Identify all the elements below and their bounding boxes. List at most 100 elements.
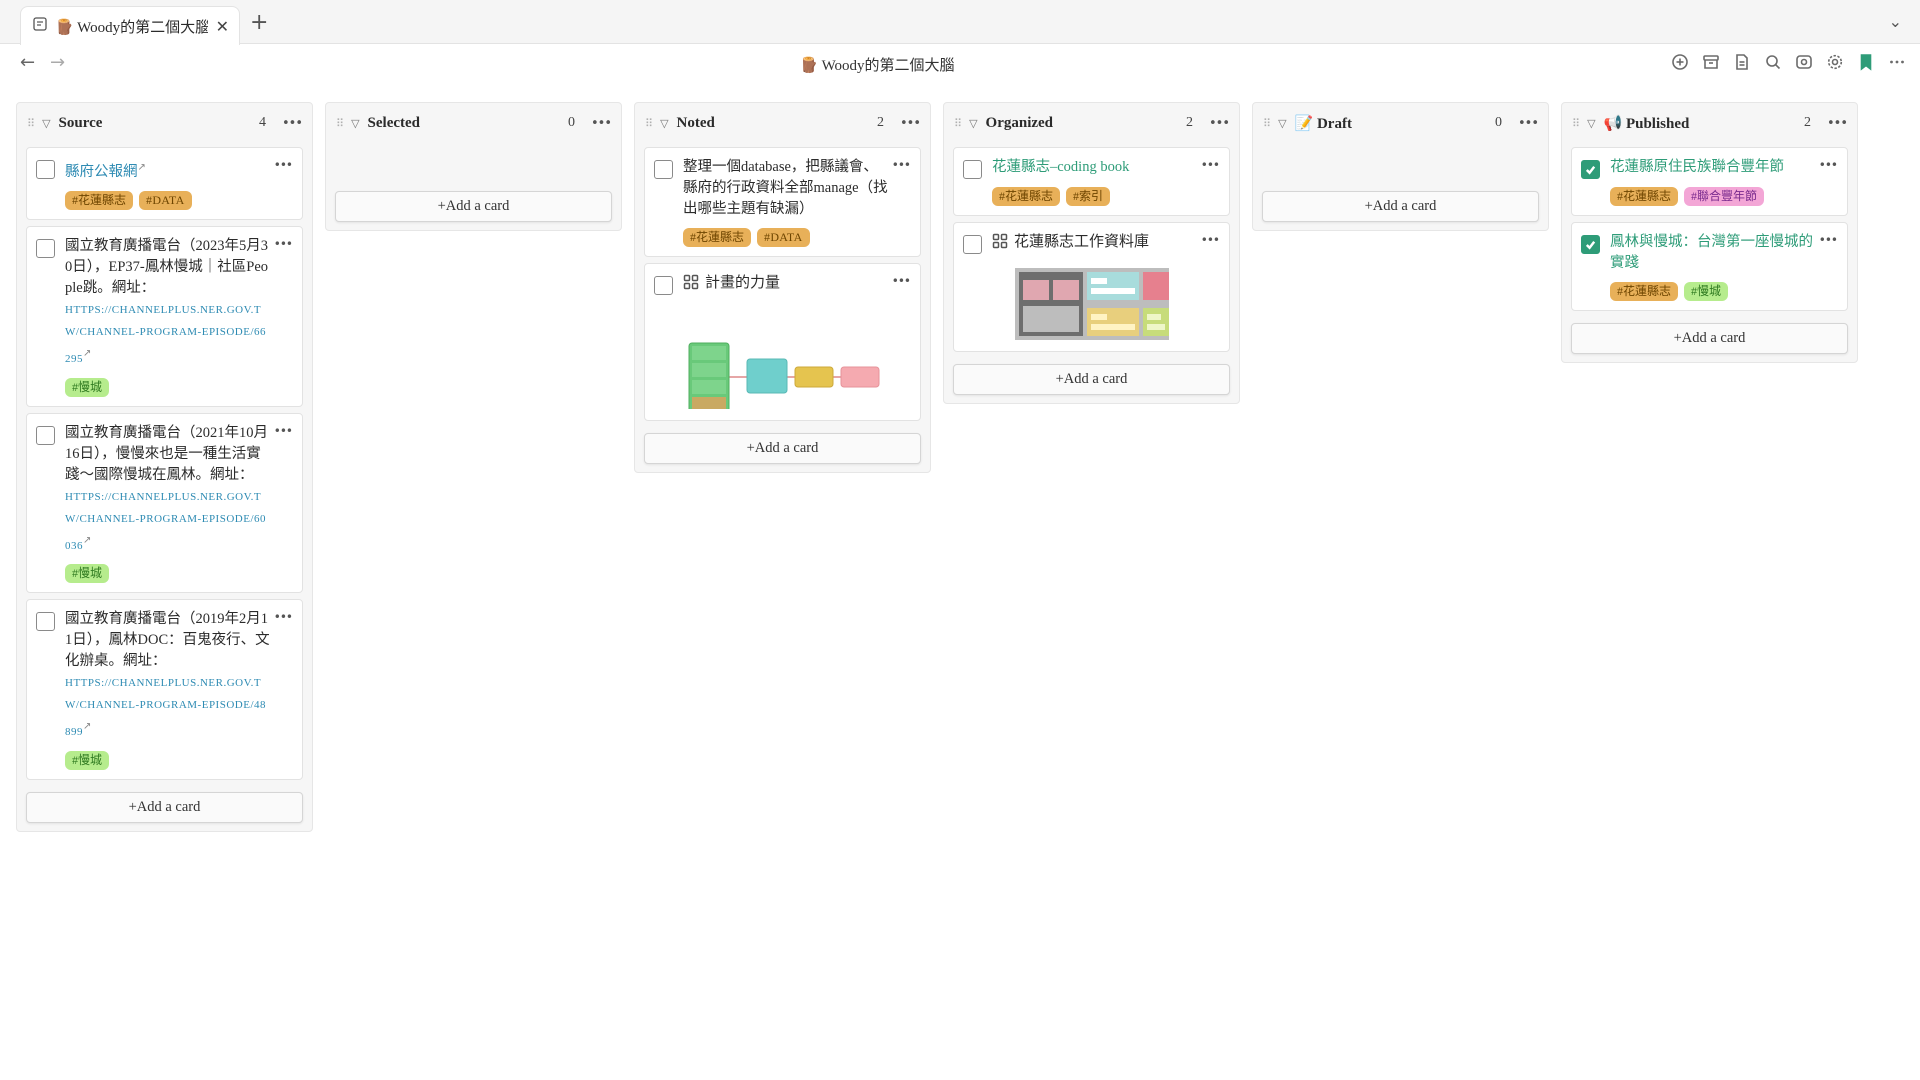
card-checkbox[interactable]	[963, 235, 982, 254]
tag[interactable]: #花蓮縣志	[683, 228, 752, 247]
tag[interactable]: #花蓮縣志	[1610, 282, 1679, 301]
add-circle-icon[interactable]	[1670, 52, 1689, 71]
more-icon[interactable]: •••	[1827, 116, 1848, 131]
card[interactable]: 國立教育廣播電台（2019年2月11日），鳳林DOC：百鬼夜行、文化辦桌。網址：…	[26, 599, 303, 781]
card-checkbox-checked[interactable]	[1581, 160, 1600, 179]
card-link[interactable]: 花蓮縣原住民族聯合豐年節	[1610, 159, 1784, 175]
external-link-icon: ↗	[137, 162, 146, 173]
more-icon[interactable]	[1887, 52, 1906, 71]
card-checkbox[interactable]	[36, 612, 55, 632]
more-icon[interactable]: •••	[591, 116, 612, 131]
browser-tab[interactable]: 🪵 Woody的第二個大腦 ✕	[20, 6, 240, 45]
card-text: 整理一個database，把縣議會、縣府的行政資料全部manage（找出哪些主題…	[683, 159, 888, 217]
card[interactable]: 國立教育廣播電台（2021年10月16日），慢慢來也是一種生活實踐～國際慢城在鳳…	[26, 412, 303, 594]
chevron-down-icon[interactable]: ▽	[42, 117, 50, 130]
more-icon[interactable]: •••	[274, 610, 293, 624]
card[interactable]: 花蓮縣志–coding book ••• #花蓮縣志 #索引	[953, 147, 1230, 216]
column-count: 2	[1803, 115, 1811, 130]
card-checkbox[interactable]	[654, 160, 673, 179]
tag[interactable]: #慢城	[65, 377, 110, 397]
close-icon[interactable]: ✕	[216, 17, 229, 36]
more-icon[interactable]: •••	[274, 424, 293, 438]
add-card-button[interactable]: +Add a card	[953, 364, 1230, 395]
card-link[interactable]: 縣府公報網	[65, 164, 138, 180]
column-title: Organized	[985, 114, 1054, 131]
page-icon	[33, 16, 47, 36]
card[interactable]: 鳳林與慢城：台灣第一座慢城的實踐 ••• #花蓮縣志 #慢城	[1571, 222, 1848, 311]
card-text: 國立教育廣播電台（2021年10月16日），慢慢來也是一種生活實踐～國際慢城在鳳…	[65, 424, 268, 483]
add-card-button[interactable]: +Add a card	[335, 191, 612, 222]
more-icon[interactable]: •••	[1518, 116, 1539, 131]
tag[interactable]: #慢城	[65, 564, 110, 584]
more-icon[interactable]: •••	[274, 158, 293, 172]
tag[interactable]: #花蓮縣志	[65, 190, 134, 210]
board-icon	[683, 274, 699, 297]
card-checkbox[interactable]	[36, 425, 55, 445]
card-checkbox[interactable]	[963, 160, 982, 179]
chevron-down-icon[interactable]: ▽	[969, 117, 977, 130]
card-checkbox[interactable]	[36, 238, 55, 258]
more-icon[interactable]: •••	[892, 158, 911, 172]
bookmark-icon[interactable]	[1856, 52, 1875, 71]
chevron-down-icon[interactable]: ▽	[351, 117, 359, 130]
more-icon[interactable]: •••	[274, 237, 293, 251]
tag[interactable]: #DATA	[139, 190, 192, 210]
card-url[interactable]: https://channelplus.ner.gov.tw/channel-p…	[65, 677, 266, 738]
drag-handle-icon[interactable]: ⠿	[645, 117, 653, 130]
archive-icon[interactable]	[1701, 52, 1720, 71]
more-icon[interactable]: •••	[900, 116, 921, 131]
tag[interactable]: #花蓮縣志	[992, 187, 1061, 206]
drag-handle-icon[interactable]: ⠿	[1572, 117, 1580, 130]
graph-icon[interactable]	[1794, 52, 1813, 71]
more-icon[interactable]: •••	[892, 274, 911, 288]
plus-icon[interactable]: +	[250, 10, 268, 35]
add-card-button[interactable]: +Add a card	[1262, 191, 1539, 222]
card-title: 計畫的力量	[705, 275, 781, 291]
chevron-down-icon[interactable]: ⌄	[1889, 12, 1902, 31]
drag-handle-icon[interactable]: ⠿	[27, 117, 35, 130]
more-icon[interactable]: •••	[1201, 233, 1220, 247]
card[interactable]: 花蓮縣志工作資料庫 •••	[953, 222, 1230, 352]
chevron-down-icon[interactable]: ▽	[660, 117, 668, 130]
drag-handle-icon[interactable]: ⠿	[336, 117, 344, 130]
card-url[interactable]: https://channelplus.ner.gov.tw/channel-p…	[65, 304, 266, 365]
tag[interactable]: #慢城	[65, 751, 110, 771]
column-count: 4	[258, 115, 266, 130]
column-title: Selected	[367, 114, 421, 131]
card-checkbox[interactable]	[654, 276, 673, 295]
chevron-down-icon[interactable]: ▽	[1278, 117, 1286, 130]
add-card-button[interactable]: +Add a card	[644, 433, 921, 464]
card[interactable]: 縣府公報網↗ ••• #花蓮縣志 #DATA	[26, 147, 303, 220]
card-checkbox-checked[interactable]	[1581, 235, 1600, 254]
card-link[interactable]: 鳳林與慢城：台灣第一座慢城的實踐	[1610, 234, 1813, 271]
tab-bar: 🪵 Woody的第二個大腦 ✕ + ⌄	[0, 0, 1920, 45]
card[interactable]: 國立教育廣播電台（2023年5月30日），EP37-鳳林慢城｜社區People跳…	[26, 225, 303, 407]
column-title: Source	[58, 114, 103, 131]
settings-icon[interactable]	[1825, 52, 1844, 71]
add-card-button[interactable]: +Add a card	[26, 792, 303, 824]
tag[interactable]: #索引	[1066, 187, 1111, 206]
chevron-down-icon[interactable]: ▽	[1587, 117, 1595, 130]
more-icon[interactable]: •••	[1209, 116, 1230, 131]
more-icon[interactable]: •••	[1201, 158, 1220, 172]
card[interactable]: 整理一個database，把縣議會、縣府的行政資料全部manage（找出哪些主題…	[644, 147, 921, 257]
card-url[interactable]: https://channelplus.ner.gov.tw/channel-p…	[65, 491, 266, 552]
search-icon[interactable]	[1763, 52, 1782, 71]
tag[interactable]: #慢城	[1684, 282, 1729, 301]
card[interactable]: 花蓮縣原住民族聯合豐年節 ••• #花蓮縣志 #聯合豐年節	[1571, 147, 1848, 216]
more-icon[interactable]: •••	[1819, 233, 1838, 247]
drag-handle-icon[interactable]: ⠿	[1263, 117, 1271, 130]
more-icon[interactable]: •••	[282, 116, 303, 131]
drag-handle-icon[interactable]: ⠿	[954, 117, 962, 130]
card-link[interactable]: 花蓮縣志–coding book	[992, 159, 1129, 175]
tag[interactable]: #DATA	[757, 228, 810, 247]
tab-title: 🪵 Woody的第二個大腦	[55, 19, 208, 36]
card-checkbox[interactable]	[36, 160, 55, 179]
card[interactable]: 計畫的力量 •••	[644, 263, 921, 421]
more-icon[interactable]: •••	[1819, 158, 1838, 172]
tag[interactable]: #花蓮縣志	[1610, 187, 1679, 206]
add-card-button[interactable]: +Add a card	[1571, 323, 1848, 354]
column-selected: ⠿ ▽ Selected 0 ••• +Add a card	[325, 102, 622, 231]
file-icon[interactable]	[1732, 52, 1751, 71]
tag[interactable]: #聯合豐年節	[1684, 187, 1765, 206]
